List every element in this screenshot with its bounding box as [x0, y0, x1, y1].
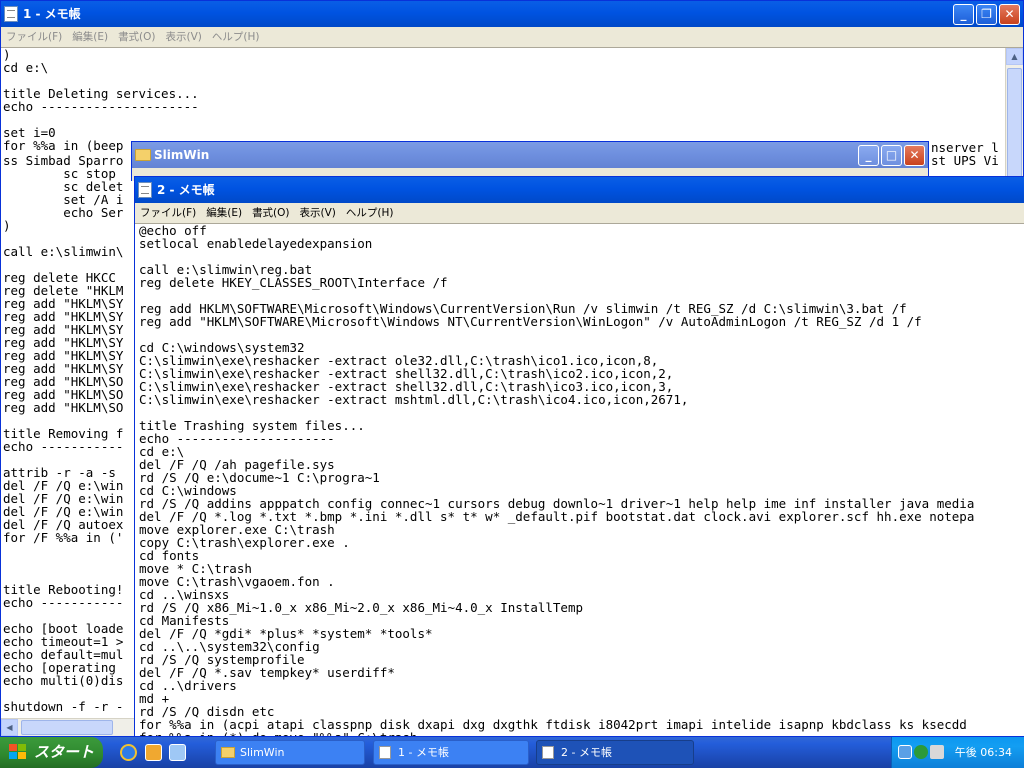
window-1-text: ) cd e:\ title Deleting services... echo…	[3, 47, 199, 153]
menu-format[interactable]: 書式(O)	[113, 31, 160, 43]
volume-icon[interactable]	[930, 745, 944, 759]
window-1-right-fragment-2: st UPS Vi	[931, 153, 999, 168]
menu-help[interactable]: ヘルプ(H)	[341, 207, 399, 219]
media-player-icon[interactable]	[145, 744, 162, 761]
menu-view[interactable]: 表示(V)	[295, 207, 341, 219]
window-2-text-area[interactable]: @echo off setlocal enabledelayedexpansio…	[135, 223, 1024, 736]
internet-explorer-icon[interactable]	[120, 744, 137, 761]
windows-flag-icon	[9, 744, 27, 761]
taskbar-item-notepad-1[interactable]: 1 - メモ帳	[373, 740, 529, 765]
restore-button[interactable]: ❐	[976, 4, 997, 25]
window-2-menubar: ファイル(F) 編集(E) 書式(O) 表示(V) ヘルプ(H)	[135, 203, 1024, 223]
window-2-titlebar[interactable]: 2 - メモ帳	[135, 177, 1024, 203]
scroll-left-arrow[interactable]: ◀	[1, 719, 18, 736]
window-2-title: 2 - メモ帳	[157, 183, 215, 197]
menu-view[interactable]: 表示(V)	[161, 31, 207, 43]
menu-help[interactable]: ヘルプ(H)	[207, 31, 265, 43]
system-tray: 午後 06:34	[891, 737, 1024, 768]
scroll-up-arrow[interactable]: ▲	[1006, 48, 1023, 65]
slimwin-title: SlimWin	[154, 148, 210, 162]
taskbar-item-label: SlimWin	[240, 746, 285, 759]
notepad-icon	[542, 746, 554, 759]
slimwin-maximize-button[interactable]: □	[881, 145, 902, 166]
menu-format[interactable]: 書式(O)	[247, 207, 294, 219]
slimwin-titlebar[interactable]: SlimWin _ □ ✕	[132, 142, 928, 168]
clock[interactable]: 午後 06:34	[955, 737, 1012, 768]
folder-icon	[221, 747, 235, 758]
menu-edit[interactable]: 編集(E)	[201, 207, 247, 219]
taskbar-item-label: 1 - メモ帳	[398, 746, 449, 759]
menu-file[interactable]: ファイル(F)	[1, 31, 67, 43]
taskbar-item-label: 2 - メモ帳	[561, 746, 612, 759]
slimwin-minimize-button[interactable]: _	[858, 145, 879, 166]
window-1-text-continued: ss Simbad Sparro sc stop sc delet set /A…	[3, 153, 124, 714]
security-icon[interactable]	[914, 745, 928, 759]
notepad-icon	[4, 6, 18, 22]
desktop-icon[interactable]	[169, 744, 186, 761]
window-1-titlebar[interactable]: 1 - メモ帳 _ ❐ ✕	[1, 1, 1023, 27]
start-label: スタート	[34, 743, 95, 761]
notepad-icon	[379, 746, 391, 759]
taskbar-item-notepad-2[interactable]: 2 - メモ帳	[536, 740, 694, 765]
notepad-window-2: 2 - メモ帳 ファイル(F) 編集(E) 書式(O) 表示(V) ヘルプ(H) @ec…	[134, 176, 1024, 737]
slimwin-close-button[interactable]: ✕	[904, 145, 925, 166]
scroll-thumb-horizontal[interactable]	[21, 720, 113, 735]
slimwin-window: SlimWin _ □ ✕	[131, 141, 929, 181]
notepad-icon	[138, 182, 152, 198]
window-1-menubar: ファイル(F) 編集(E) 書式(O) 表示(V) ヘルプ(H)	[1, 27, 1023, 47]
menu-file[interactable]: ファイル(F)	[135, 207, 201, 219]
network-icon[interactable]	[898, 745, 912, 759]
minimize-button[interactable]: _	[953, 4, 974, 25]
menu-edit[interactable]: 編集(E)	[67, 31, 113, 43]
taskbar-item-slimwin[interactable]: SlimWin	[215, 740, 365, 765]
close-button[interactable]: ✕	[999, 4, 1020, 25]
taskbar: スタート SlimWin 1 - メモ帳 2 - メモ帳 午後 06:34	[0, 737, 1024, 768]
folder-icon	[135, 149, 151, 161]
start-button[interactable]: スタート	[0, 737, 103, 768]
window-1-title: 1 - メモ帳	[23, 7, 81, 21]
window-2-text: @echo off setlocal enabledelayedexpansio…	[139, 223, 975, 736]
